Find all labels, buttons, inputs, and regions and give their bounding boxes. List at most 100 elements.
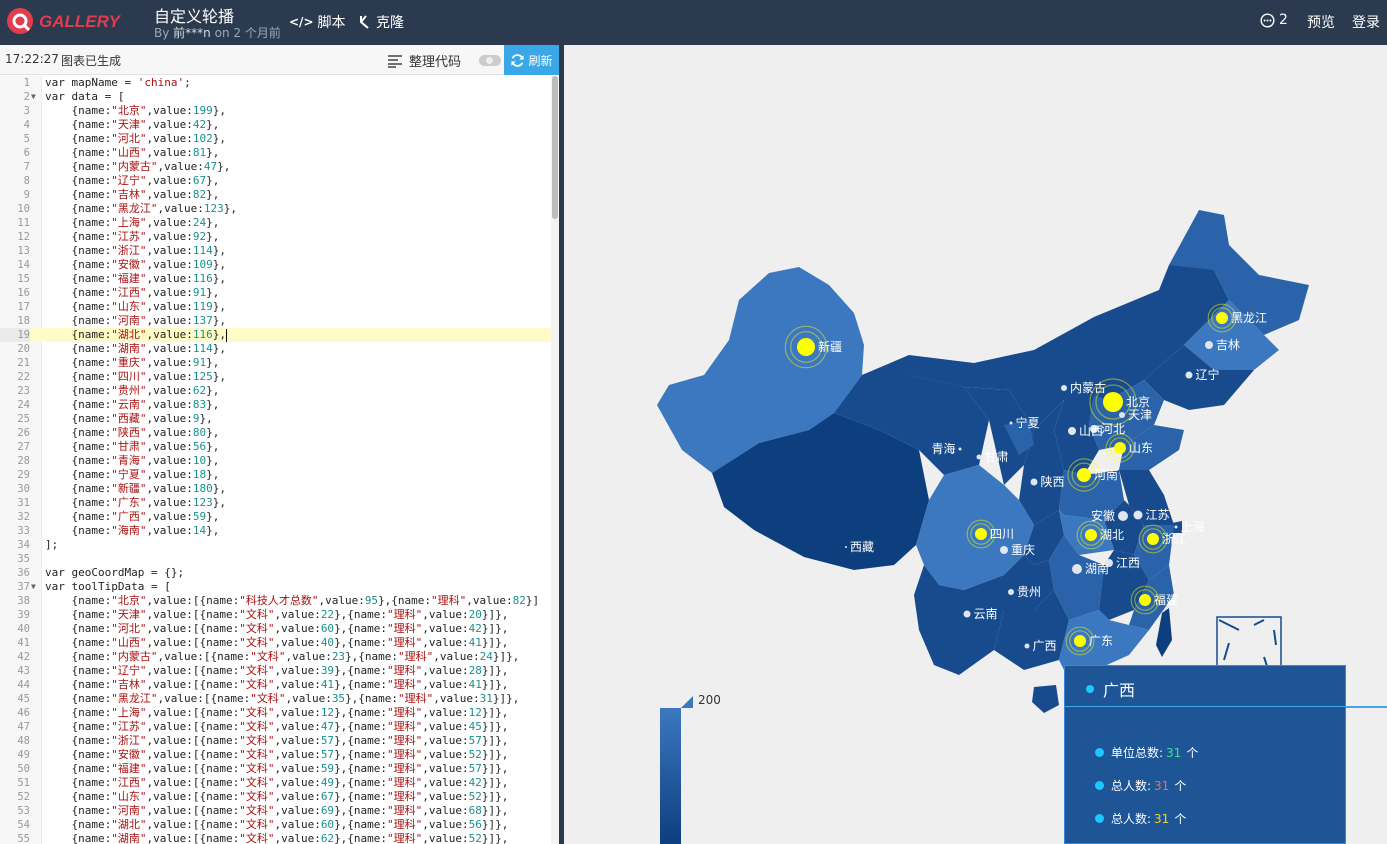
script-button[interactable]: </> 脚本 bbox=[289, 12, 346, 32]
province-marker[interactable] bbox=[1077, 468, 1091, 482]
code-line[interactable]: 24 {name:"云南",value:83}, bbox=[0, 398, 551, 412]
code-line[interactable]: 11 {name:"上海",value:24}, bbox=[0, 216, 551, 230]
province-marker[interactable] bbox=[1205, 341, 1213, 349]
clone-button[interactable]: 克隆 bbox=[358, 12, 404, 32]
comments-button[interactable]: 2 bbox=[1260, 12, 1288, 28]
province-marker[interactable] bbox=[1008, 589, 1014, 595]
code-editor[interactable]: 1 var mapName = 'china'; 2 ▼ var data = [3 {… bbox=[0, 76, 559, 844]
code-line[interactable]: 49 {name:"安徽",value:[{name:"文科",value:57… bbox=[0, 748, 551, 762]
code-line[interactable]: 15 {name:"福建",value:116}, bbox=[0, 272, 551, 286]
format-code-button[interactable]: 整理代码 bbox=[387, 51, 461, 70]
code-line[interactable]: 1 var mapName = 'china'; bbox=[0, 76, 551, 90]
province-marker[interactable] bbox=[797, 338, 815, 356]
code-line[interactable]: 23 {name:"贵州",value:62}, bbox=[0, 384, 551, 398]
province-marker[interactable] bbox=[1133, 510, 1143, 520]
code-line[interactable]: 7 {name:"内蒙古",value:47}, bbox=[0, 160, 551, 174]
code-line[interactable]: 44 {name:"吉林",value:[{name:"文科",value:41… bbox=[0, 678, 551, 692]
code-line[interactable]: 48 {name:"浙江",value:[{name:"文科",value:57… bbox=[0, 734, 551, 748]
editor-scrollbar[interactable] bbox=[551, 76, 559, 844]
fold-arrow-icon[interactable]: ▼ bbox=[31, 580, 36, 594]
code-line[interactable]: 2 ▼ var data = [ bbox=[0, 90, 551, 104]
province-marker[interactable] bbox=[845, 546, 847, 548]
code-line[interactable]: 46 {name:"上海",value:[{name:"文科",value:12… bbox=[0, 706, 551, 720]
province-marker[interactable] bbox=[975, 528, 987, 540]
province-marker[interactable] bbox=[1009, 421, 1013, 425]
province-marker[interactable] bbox=[1068, 427, 1076, 435]
code-line[interactable]: 52 {name:"山东",value:[{name:"文科",value:67… bbox=[0, 790, 551, 804]
code-line[interactable]: 45 {name:"黑龙江",value:[{name:"文科",value:3… bbox=[0, 692, 551, 706]
code-line[interactable]: 47 {name:"江苏",value:[{name:"文科",value:47… bbox=[0, 720, 551, 734]
code-line[interactable]: 38 {name:"北京",value:[{name:"科技人才总数",valu… bbox=[0, 594, 551, 608]
code-line[interactable]: 14 {name:"安徽",value:109}, bbox=[0, 258, 551, 272]
code-line[interactable]: 17 {name:"山东",value:119}, bbox=[0, 300, 551, 314]
author-name[interactable]: 前***n bbox=[173, 26, 211, 40]
login-button[interactable]: 登录 bbox=[1352, 12, 1380, 32]
province-marker[interactable] bbox=[1024, 643, 1030, 649]
province-marker[interactable] bbox=[976, 454, 982, 460]
code-line[interactable]: 12 {name:"江苏",value:92}, bbox=[0, 230, 551, 244]
code-line[interactable]: 20 {name:"湖南",value:114}, bbox=[0, 342, 551, 356]
code-line[interactable]: 50 {name:"福建",value:[{name:"文科",value:59… bbox=[0, 762, 551, 776]
auto-run-toggle[interactable] bbox=[479, 55, 501, 66]
province-marker[interactable] bbox=[1085, 529, 1097, 541]
fold-arrow-icon[interactable]: ▼ bbox=[31, 90, 36, 104]
province-marker[interactable] bbox=[1185, 371, 1193, 379]
code-line[interactable]: 53 {name:"河南",value:[{name:"文科",value:69… bbox=[0, 804, 551, 818]
editor-scrollbar-thumb[interactable] bbox=[552, 76, 558, 219]
visual-map-handle[interactable] bbox=[681, 696, 693, 708]
province-marker[interactable] bbox=[1216, 312, 1228, 324]
code-line[interactable]: 51 {name:"江西",value:[{name:"文科",value:49… bbox=[0, 776, 551, 790]
province-marker[interactable] bbox=[1061, 385, 1067, 391]
code-line[interactable]: 32 {name:"广西",value:59}, bbox=[0, 510, 551, 524]
province-marker[interactable] bbox=[963, 610, 971, 618]
code-line[interactable]: 40 {name:"河北",value:[{name:"文科",value:60… bbox=[0, 622, 551, 636]
code-line[interactable]: 36 var geoCoordMap = {}; bbox=[0, 566, 551, 580]
code-line[interactable]: 33 {name:"海南",value:14}, bbox=[0, 524, 551, 538]
code-line[interactable]: 42 {name:"内蒙古",value:[{name:"文科",value:2… bbox=[0, 650, 551, 664]
code-line[interactable]: 8 {name:"辽宁",value:67}, bbox=[0, 174, 551, 188]
code-line[interactable]: 18 {name:"河南",value:137}, bbox=[0, 314, 551, 328]
code-line[interactable]: 22 {name:"四川",value:125}, bbox=[0, 370, 551, 384]
code-line[interactable]: 39 {name:"天津",value:[{name:"文科",value:22… bbox=[0, 608, 551, 622]
preview-button[interactable]: 预览 bbox=[1307, 12, 1335, 32]
code-line[interactable]: 34]; bbox=[0, 538, 551, 552]
province-marker[interactable] bbox=[1118, 511, 1128, 521]
code-line[interactable]: 43 {name:"辽宁",value:[{name:"文科",value:39… bbox=[0, 664, 551, 678]
code-line[interactable]: 25 {name:"西藏",value:9}, bbox=[0, 412, 551, 426]
code-line[interactable]: 30 {name:"新疆",value:180}, bbox=[0, 482, 551, 496]
province-marker[interactable] bbox=[1139, 594, 1151, 606]
province-marker[interactable] bbox=[1000, 546, 1008, 554]
province-marker[interactable] bbox=[1072, 564, 1082, 574]
code-line[interactable]: 21 {name:"重庆",value:91}, bbox=[0, 356, 551, 370]
code-line[interactable]: 35 bbox=[0, 552, 551, 566]
province-marker[interactable] bbox=[1030, 478, 1038, 486]
code-line[interactable]: 27 {name:"甘肃",value:56}, bbox=[0, 440, 551, 454]
province-marker[interactable] bbox=[1114, 442, 1126, 454]
code-line[interactable]: 26 {name:"陕西",value:80}, bbox=[0, 426, 551, 440]
code-line[interactable]: 54 {name:"湖北",value:[{name:"文科",value:60… bbox=[0, 818, 551, 832]
visual-map-bar[interactable] bbox=[660, 708, 681, 844]
province-marker[interactable] bbox=[1103, 392, 1123, 412]
gallery-logo[interactable]: GALLERY bbox=[5, 6, 127, 36]
code-line[interactable]: 28 {name:"青海",value:10}, bbox=[0, 454, 551, 468]
code-line[interactable]: 31 {name:"广东",value:123}, bbox=[0, 496, 551, 510]
code-line[interactable]: 13 {name:"浙江",value:114}, bbox=[0, 244, 551, 258]
code-line[interactable]: 4 {name:"天津",value:42}, bbox=[0, 118, 551, 132]
code-line[interactable]: 9 {name:"吉林",value:82}, bbox=[0, 188, 551, 202]
code-line[interactable]: 6 {name:"山西",value:81}, bbox=[0, 146, 551, 160]
map-region-hainan[interactable] bbox=[1032, 685, 1059, 713]
code-line[interactable]: 5 {name:"河北",value:102}, bbox=[0, 132, 551, 146]
code-line[interactable]: 55 {name:"湖南",value:[{name:"文科",value:62… bbox=[0, 832, 551, 844]
code-line[interactable]: 3 {name:"北京",value:199}, bbox=[0, 104, 551, 118]
province-marker[interactable] bbox=[958, 447, 962, 451]
code-line[interactable]: 16 {name:"江西",value:91}, bbox=[0, 286, 551, 300]
refresh-button[interactable]: 刷新 bbox=[504, 45, 559, 75]
code-line[interactable]: 41 {name:"山西",value:[{name:"文科",value:40… bbox=[0, 636, 551, 650]
province-marker[interactable] bbox=[1074, 635, 1086, 647]
code-line[interactable]: 10 {name:"黑龙江",value:123}, bbox=[0, 202, 551, 216]
province-marker[interactable] bbox=[1174, 525, 1178, 529]
code-line[interactable]: 29 {name:"宁夏",value:18}, bbox=[0, 468, 551, 482]
code-line[interactable]: 19 {name:"湖北",value:116}, bbox=[0, 328, 551, 342]
province-marker[interactable] bbox=[1119, 412, 1125, 418]
code-line[interactable]: 37 ▼ var toolTipData = [ bbox=[0, 580, 551, 594]
